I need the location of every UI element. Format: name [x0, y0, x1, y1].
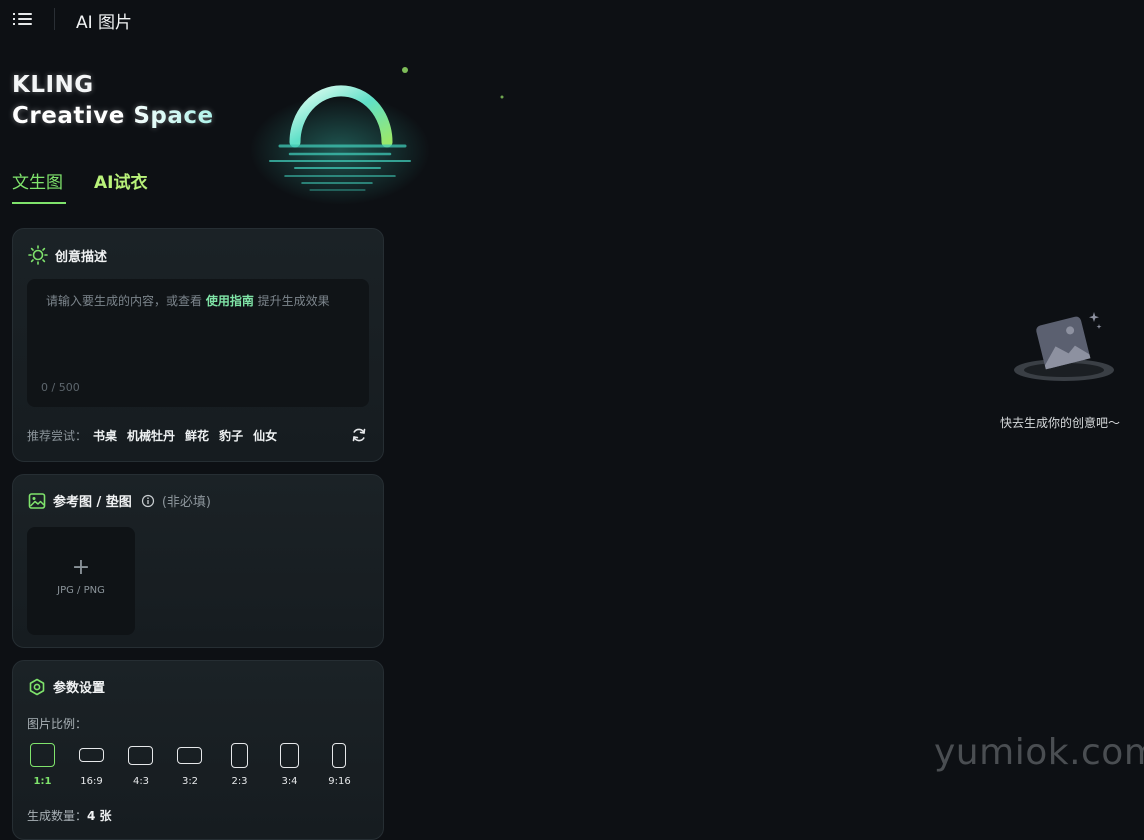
reference-card-header: 参考图 / 垫图 (非必填): [28, 491, 211, 510]
suggestion-row: 推荐尝试： 书桌 机械牡丹 鲜花 豹子 仙女: [27, 427, 287, 444]
ratio-label-text: 4:3: [132, 776, 150, 787]
ratio-label-text: 2:3: [231, 776, 248, 787]
reference-card: 参考图 / 垫图 (非必填) + JPG / PNG: [12, 474, 384, 648]
placeholder-text-start: 请输入要生成的内容，或查看: [46, 294, 206, 308]
image-icon: [28, 492, 46, 509]
hero-ring-illustration: [250, 67, 504, 205]
ratio-option-3-4[interactable]: 3:4: [277, 741, 317, 791]
tab-ai-try-on[interactable]: AI试衣: [94, 168, 147, 193]
menu-icon[interactable]: [13, 10, 33, 28]
suggestion-chip[interactable]: 豹子: [219, 427, 243, 444]
suggestion-chip[interactable]: 鲜花: [185, 427, 209, 444]
suggestion-label: 推荐尝试：: [27, 429, 88, 443]
params-card-header: 参数设置: [28, 677, 105, 696]
params-card: 参数设置 图片比例： 1:1 16:9 4:3 3:2 2:3 3:4 9:16…: [12, 660, 384, 840]
ratio-option-2-3[interactable]: 2:3: [227, 741, 267, 791]
ratio-option-1-1[interactable]: 1:1: [27, 741, 67, 791]
page-title: AI 图片: [76, 13, 133, 33]
placeholder-text-end: 提升生成效果: [253, 294, 330, 308]
prompt-input[interactable]: 请输入要生成的内容，或查看 使用指南 提升生成效果 0 / 500: [27, 279, 369, 407]
ratio-option-9-16[interactable]: 9:16: [327, 741, 367, 791]
prompt-placeholder: 请输入要生成的内容，或查看 使用指南 提升生成效果: [46, 292, 330, 309]
params-card-title: 参数设置: [53, 681, 106, 696]
ratio-selector: 1:1 16:9 4:3 3:2 2:3 3:4 9:16: [27, 741, 367, 791]
empty-image-icon: [1014, 312, 1114, 381]
ratio-label-text: 3:4: [281, 776, 298, 787]
active-tab-indicator: [12, 202, 66, 204]
ratio-label-text: 1:1: [33, 776, 52, 787]
brand-logo: KLING Creative Space: [12, 70, 214, 132]
char-count: 0 / 500: [41, 381, 80, 394]
brand-line-2: Creative Space: [12, 101, 214, 132]
prompt-card-title: 创意描述: [55, 249, 108, 265]
ratio-label: 图片比例：: [27, 717, 88, 731]
image-count: 生成数量：4 张: [27, 807, 112, 824]
suggestion-chip[interactable]: 书桌: [93, 427, 117, 444]
plus-icon: +: [71, 555, 91, 580]
brand-line-1: KLING: [12, 72, 94, 98]
ratio-label-text: 16:9: [80, 776, 103, 787]
watermark: yumiok.com: [934, 732, 1144, 773]
ratio-option-4-3[interactable]: 4:3: [127, 741, 167, 791]
prompt-card: 创意描述 请输入要生成的内容，或查看 使用指南 提升生成效果 0 / 500 推…: [12, 228, 384, 462]
prompt-card-header: 创意描述: [28, 245, 107, 265]
tab-text-to-image[interactable]: 文生图: [12, 168, 63, 193]
refresh-icon[interactable]: [351, 427, 367, 447]
ratio-option-3-2[interactable]: 3:2: [177, 741, 217, 791]
upload-format-hint: JPG / PNG: [57, 585, 105, 596]
suggestion-chip[interactable]: 仙女: [253, 427, 277, 444]
count-value: 4 张: [87, 809, 112, 823]
reference-card-title: 参考图 / 垫图: [53, 495, 132, 510]
optional-note: (非必填): [161, 495, 211, 510]
ratio-label-text: 3:2: [181, 776, 199, 787]
info-icon[interactable]: [141, 494, 155, 508]
sun-icon: [28, 245, 48, 265]
count-label: 生成数量：: [27, 809, 88, 823]
topbar-divider: [54, 8, 55, 30]
settings-icon: [29, 678, 45, 695]
ratio-label-text: 9:16: [328, 776, 351, 787]
empty-state-text: 快去生成你的创意吧～: [1000, 416, 1121, 430]
ratio-option-16-9[interactable]: 16:9: [77, 741, 117, 791]
guide-link[interactable]: 使用指南: [206, 294, 254, 308]
suggestion-chip[interactable]: 机械牡丹: [127, 427, 175, 444]
upload-image-button[interactable]: + JPG / PNG: [27, 527, 135, 635]
